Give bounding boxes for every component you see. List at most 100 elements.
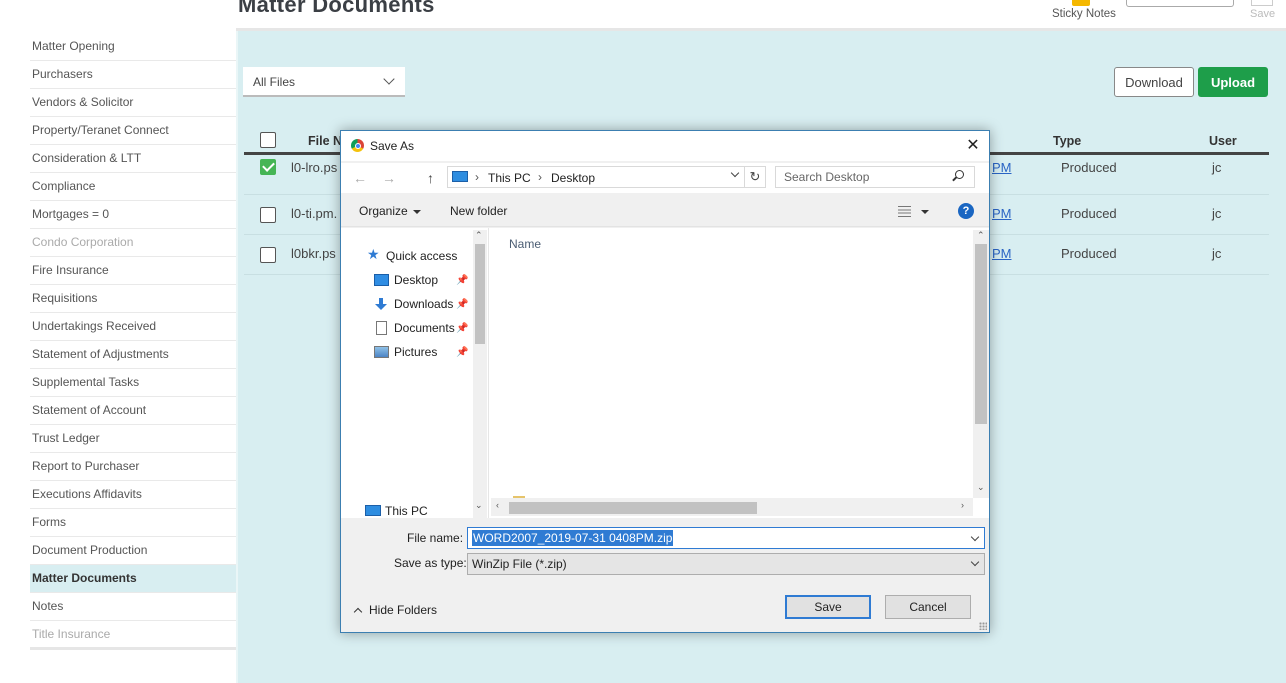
search-input[interactable]	[775, 166, 975, 188]
close-icon[interactable]: ✕	[961, 135, 985, 157]
refresh-icon[interactable]: ↻	[744, 166, 766, 188]
tree-scrollbar[interactable]: ⌃ ⌄	[473, 230, 487, 518]
upload-button[interactable]: Upload	[1198, 67, 1268, 97]
header-select[interactable]	[1126, 0, 1234, 7]
organize-label: Organize	[359, 204, 408, 218]
header-save-button[interactable]: Save	[1248, 0, 1278, 26]
search-icon[interactable]	[955, 170, 964, 179]
address-bar[interactable]: › This PC › Desktop	[447, 166, 765, 188]
up-arrow-icon[interactable]: ↑	[427, 170, 434, 186]
view-options-icon[interactable]	[895, 206, 911, 217]
pictures-icon	[374, 346, 389, 358]
type-cell: Produced	[1061, 206, 1117, 221]
scrollbar-thumb[interactable]	[475, 244, 485, 344]
dialog-titlebar[interactable]: Save As ✕	[341, 131, 989, 161]
sidebar-item-document-production[interactable]: Document Production	[30, 537, 236, 565]
type-cell: Produced	[1061, 160, 1117, 175]
download-button[interactable]: Download	[1114, 67, 1194, 97]
sidebar-item-statement-of-adjustments[interactable]: Statement of Adjustments	[30, 341, 236, 369]
file-name-cell[interactable]: l0-lro.ps	[291, 160, 337, 175]
sidebar-item-fire-insurance[interactable]: Fire Insurance	[30, 257, 236, 285]
page-title: Matter Documents	[238, 0, 435, 17]
tree-item-pictures[interactable]: Pictures 📌	[374, 345, 468, 359]
scroll-left-arrow-icon[interactable]: ‹	[496, 500, 499, 510]
select-all-checkbox[interactable]	[260, 132, 276, 148]
sidebar-item-purchasers[interactable]: Purchasers	[30, 61, 236, 89]
sidebar-item-condo-corporation: Condo Corporation	[30, 229, 236, 257]
file-name-cell[interactable]: l0bkr.ps	[291, 246, 336, 261]
back-arrow-icon[interactable]: ←	[353, 170, 367, 186]
sidebar-item-matter-documents[interactable]: Matter Documents	[30, 565, 236, 593]
row-checkbox[interactable]	[260, 207, 276, 223]
tree-item-quick-access[interactable]: ★ Quick access	[367, 246, 457, 263]
date-cell[interactable]: PM	[992, 246, 1012, 261]
organize-menu[interactable]: Organize	[359, 204, 421, 218]
sidebar-item-forms[interactable]: Forms	[30, 509, 236, 537]
sidebar-item-statement-of-account[interactable]: Statement of Account	[30, 397, 236, 425]
tree-label: Pictures	[394, 345, 438, 359]
save-as-type-label: Save as type:	[394, 556, 467, 570]
sidebar-item-property[interactable]: Property/Teranet Connect	[30, 117, 236, 145]
column-header-name[interactable]: Name	[509, 237, 541, 251]
file-name-cell[interactable]: l0-ti.pm.	[291, 206, 337, 221]
sidebar-item-undertakings[interactable]: Undertakings Received	[30, 313, 236, 341]
scroll-up-arrow-icon[interactable]: ⌃	[475, 230, 483, 241]
cancel-button[interactable]: Cancel	[885, 595, 971, 619]
tree-item-documents[interactable]: Documents 📌	[376, 321, 468, 335]
resize-grip-icon[interactable]	[979, 622, 987, 630]
sidebar-item-supplemental-tasks[interactable]: Supplemental Tasks	[30, 369, 236, 397]
file-list-horizontal-scrollbar[interactable]: ‹ ›	[491, 498, 973, 516]
help-icon[interactable]: ?	[958, 203, 974, 219]
breadcrumb-desktop[interactable]: Desktop	[551, 171, 595, 185]
user-cell: jc	[1212, 206, 1222, 221]
file-name-value[interactable]: WORD2007_2019-07-31 0408PM.zip	[472, 530, 674, 546]
scroll-right-arrow-icon[interactable]: ›	[961, 500, 964, 510]
chevron-down-icon[interactable]	[730, 168, 740, 178]
sidebar-item-matter-opening[interactable]: Matter Opening	[30, 33, 236, 61]
save-button[interactable]: Save	[785, 595, 871, 619]
scrollbar-thumb[interactable]	[975, 244, 987, 424]
sticky-notes-label: Sticky Notes	[1052, 8, 1116, 20]
forward-arrow-icon[interactable]: →	[382, 170, 396, 186]
scroll-down-arrow-icon[interactable]: ⌄	[977, 482, 985, 493]
sidebar-item-notes[interactable]: Notes	[30, 593, 236, 621]
row-checkbox[interactable]	[260, 247, 276, 263]
sidebar-item-executions-affidavits[interactable]: Executions Affidavits	[30, 481, 236, 509]
scroll-up-arrow-icon[interactable]: ⌃	[977, 230, 985, 241]
file-list-pane[interactable]: Name	[489, 228, 989, 518]
column-header-user[interactable]: User	[1209, 134, 1237, 148]
hide-folders-toggle[interactable]: Hide Folders	[353, 603, 437, 617]
file-name-label: File name:	[407, 531, 464, 545]
column-header-type[interactable]: Type	[1053, 134, 1081, 148]
sidebar-item-report-to-purchaser[interactable]: Report to Purchaser	[30, 453, 236, 481]
this-pc-icon	[452, 171, 468, 182]
sidebar-item-vendors-solicitor[interactable]: Vendors & Solicitor	[30, 89, 236, 117]
date-cell[interactable]: PM	[992, 206, 1012, 221]
new-folder-button[interactable]: New folder	[450, 204, 507, 218]
sidebar-item-trust-ledger[interactable]: Trust Ledger	[30, 425, 236, 453]
breadcrumb-this-pc[interactable]: This PC	[488, 171, 531, 185]
column-header-file-name[interactable]: File N	[308, 134, 342, 148]
scrollbar-thumb[interactable]	[509, 502, 757, 514]
type-cell: Produced	[1061, 246, 1117, 261]
sidebar-item-mortgages[interactable]: Mortgages = 0	[30, 201, 236, 229]
star-icon: ★	[367, 246, 380, 262]
tree-item-downloads[interactable]: Downloads 📌	[375, 297, 468, 311]
sidebar: Matter Opening Purchasers Vendors & Soli…	[30, 33, 236, 649]
tree-item-desktop[interactable]: Desktop 📌	[374, 273, 468, 287]
sticky-notes-button[interactable]: Sticky Notes	[1052, 0, 1118, 26]
caret-down-icon[interactable]	[921, 210, 929, 214]
tree-item-this-pc[interactable]: This PC	[385, 504, 428, 518]
tree-label: Desktop	[394, 273, 439, 287]
sidebar-item-compliance[interactable]: Compliance	[30, 173, 236, 201]
file-filter-select[interactable]: All Files	[243, 67, 405, 97]
save-as-type-select[interactable]: WinZip File (*.zip)	[467, 553, 985, 575]
row-checkbox[interactable]	[260, 159, 276, 175]
sidebar-bottom-border	[30, 647, 236, 650]
date-cell[interactable]: PM	[992, 160, 1012, 175]
tree-label: Downloads	[394, 297, 454, 311]
sidebar-item-requisitions[interactable]: Requisitions	[30, 285, 236, 313]
scroll-down-arrow-icon[interactable]: ⌄	[475, 500, 483, 511]
sidebar-item-consideration[interactable]: Consideration & LTT	[30, 145, 236, 173]
file-list-vertical-scrollbar[interactable]: ⌃ ⌄	[973, 230, 989, 498]
